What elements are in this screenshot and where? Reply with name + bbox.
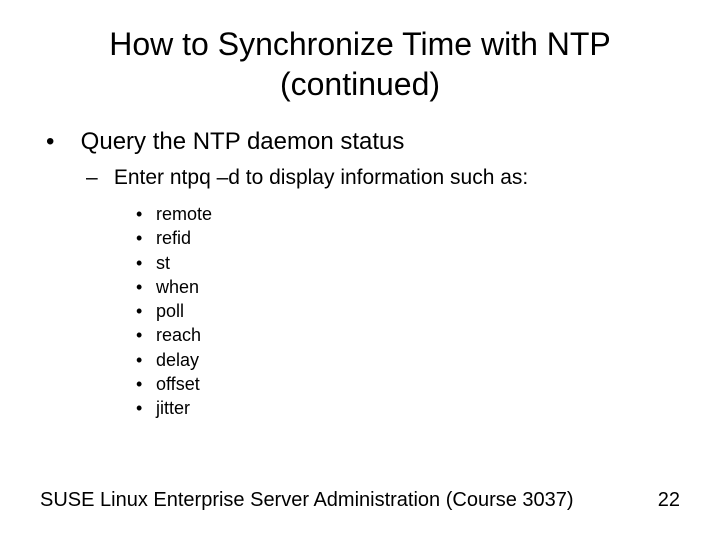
bullet-level-3-item: when xyxy=(136,275,680,299)
bullet-level-3-item: remote xyxy=(136,202,680,226)
title-line-1: How to Synchronize Time with NTP xyxy=(109,26,611,62)
bullet-l3-text: remote xyxy=(156,204,212,224)
bullet-level-3-item: offset xyxy=(136,372,680,396)
bullet-l3-text: delay xyxy=(156,350,199,370)
title-line-2: (continued) xyxy=(280,66,440,102)
bullet-l1-text: Query the NTP daemon status xyxy=(81,128,405,155)
bullet-l3-text: st xyxy=(156,253,170,273)
slide-title: How to Synchronize Time with NTP (contin… xyxy=(40,24,680,104)
bullet-level-1: Query the NTP daemon status xyxy=(46,128,680,156)
bullet-level-3-item: st xyxy=(136,251,680,275)
slide-footer: SUSE Linux Enterprise Server Administrat… xyxy=(40,489,680,512)
bullet-level-3-item: poll xyxy=(136,299,680,323)
bullet-level-3-item: jitter xyxy=(136,396,680,420)
bullet-level-3-list: remote refid st when poll reach delay offset jit… xyxy=(40,202,680,421)
bullet-l3-text: refid xyxy=(156,228,191,248)
bullet-l3-text: reach xyxy=(156,325,201,345)
bullet-l3-text: poll xyxy=(156,301,184,321)
bullet-l3-text: jitter xyxy=(156,398,190,418)
bullet-level-2: Enter ntpq –d to display information suc… xyxy=(86,166,680,190)
page-number: 22 xyxy=(658,489,680,512)
bullet-l3-text: offset xyxy=(156,374,200,394)
bullet-l2-text: Enter ntpq –d to display information suc… xyxy=(114,166,528,189)
bullet-level-3-item: reach xyxy=(136,323,680,347)
bullet-l3-text: when xyxy=(156,277,199,297)
bullet-level-3-item: delay xyxy=(136,348,680,372)
footer-course-text: SUSE Linux Enterprise Server Administrat… xyxy=(40,489,574,512)
bullet-level-3-item: refid xyxy=(136,226,680,250)
